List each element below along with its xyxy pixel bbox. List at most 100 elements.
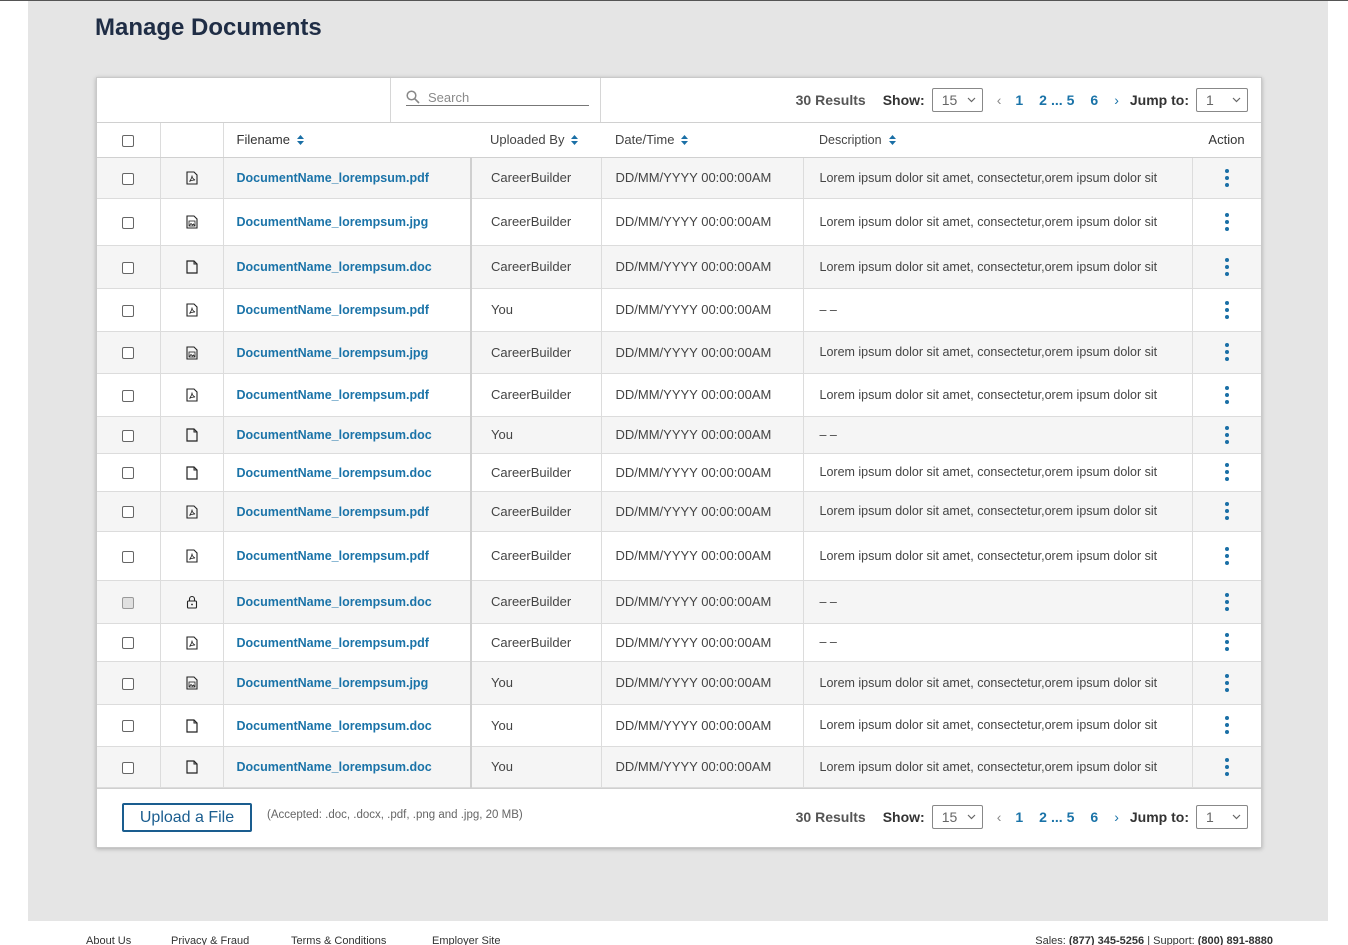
jump-label: Jump to:: [1129, 809, 1189, 825]
filename-link[interactable]: DocumentName_lorempsum.doc: [237, 466, 432, 480]
filename-link[interactable]: DocumentName_lorempsum.jpg: [237, 676, 429, 690]
filename-link[interactable]: DocumentName_lorempsum.doc: [237, 719, 432, 733]
table-row: DocumentName_lorempsum.jpg CareerBuilder D…: [97, 198, 1261, 246]
row-checkbox[interactable]: [122, 172, 135, 185]
file-type-cell: [160, 580, 224, 624]
page-title: Manage Documents: [95, 14, 322, 41]
file-type-cell: [160, 453, 224, 492]
filename-link[interactable]: DocumentName_lorempsum.pdf: [237, 171, 429, 185]
search-input[interactable]: [428, 89, 586, 105]
row-checkbox-cell: [97, 746, 161, 788]
footer-link-about[interactable]: About Us: [86, 935, 131, 945]
action-cell: [1192, 416, 1261, 454]
footer-link-privacy[interactable]: Privacy & Fraud: [171, 935, 249, 945]
table-header-row: Filename Uploaded By Date/Time Descripti…: [97, 123, 1261, 158]
kebab-menu-icon[interactable]: [1224, 673, 1229, 692]
row-checkbox[interactable]: [122, 550, 135, 563]
kebab-menu-icon[interactable]: [1224, 300, 1229, 319]
kebab-menu-icon[interactable]: [1224, 633, 1229, 651]
page-link-1[interactable]: 1: [1015, 92, 1023, 108]
chevron-down-icon: [1232, 97, 1241, 103]
description-header-label: Description: [819, 132, 882, 147]
prev-page-icon[interactable]: ‹: [997, 92, 1002, 108]
description-cell: Lorem ipsum dolor sit amet, consectetur,…: [803, 453, 1193, 492]
datetime-header-label: Date/Time: [615, 132, 675, 148]
action-cell: [1192, 491, 1261, 532]
column-header-uploaded-by[interactable]: Uploaded By: [471, 123, 601, 158]
description-cell: – –: [803, 288, 1193, 332]
filename-link[interactable]: DocumentName_lorempsum.doc: [237, 428, 432, 442]
filename-link[interactable]: DocumentName_lorempsum.pdf: [237, 303, 429, 317]
row-checkbox[interactable]: [122, 347, 135, 360]
upload-file-button[interactable]: Upload a File: [122, 803, 252, 832]
action-cell: [1192, 453, 1261, 492]
filename-cell: DocumentName_lorempsum.pdf: [223, 623, 472, 662]
page-size-select[interactable]: 15: [931, 88, 983, 112]
filename-link[interactable]: DocumentName_lorempsum.doc: [237, 595, 432, 609]
row-checkbox[interactable]: [122, 429, 135, 442]
filename-link[interactable]: DocumentName_lorempsum.pdf: [237, 388, 429, 402]
uploaded-by-cell: CareerBuilder: [471, 157, 602, 199]
page-size-select[interactable]: 15: [931, 805, 983, 829]
jump-to-select[interactable]: 1: [1196, 88, 1248, 112]
kebab-menu-icon[interactable]: [1224, 546, 1229, 565]
page-link-5[interactable]: 5: [1067, 809, 1075, 825]
sales-phone: (877) 345-5256: [1068, 935, 1145, 945]
kebab-menu-icon[interactable]: [1224, 257, 1229, 276]
filename-link[interactable]: DocumentName_lorempsum.jpg: [237, 215, 429, 229]
filename-link[interactable]: DocumentName_lorempsum.pdf: [237, 636, 429, 650]
footer-link-employer[interactable]: Employer Site: [432, 935, 500, 945]
row-checkbox[interactable]: [122, 637, 135, 650]
page-link-1[interactable]: 1: [1015, 809, 1023, 825]
pagination-bottom: 30 Results Show: 15 ‹ 1 2 ... 5 6 › Jump…: [796, 805, 1248, 829]
page-link-2[interactable]: 2: [1039, 809, 1047, 825]
kebab-menu-icon[interactable]: [1224, 757, 1229, 776]
page-link-5[interactable]: 5: [1067, 92, 1075, 108]
page-link-6[interactable]: 6: [1090, 92, 1098, 108]
row-checkbox[interactable]: [122, 677, 135, 690]
chevron-down-icon: [967, 814, 976, 820]
prev-page-icon[interactable]: ‹: [997, 809, 1002, 825]
kebab-menu-icon[interactable]: [1224, 502, 1229, 520]
table-row: DocumentName_lorempsum.doc CareerBuilder D…: [97, 453, 1261, 492]
datetime-cell: DD/MM/YYYY 00:00:00AM: [601, 373, 804, 417]
column-header-action: Action: [1192, 123, 1261, 158]
page-link-6[interactable]: 6: [1090, 809, 1098, 825]
row-checkbox[interactable]: [122, 304, 135, 317]
filename-link[interactable]: DocumentName_lorempsum.doc: [237, 260, 432, 274]
footer-link-terms[interactable]: Terms & Conditions: [291, 935, 386, 945]
column-header-filename[interactable]: Filename: [223, 123, 471, 158]
jump-to-select[interactable]: 1: [1196, 805, 1248, 829]
row-checkbox[interactable]: [122, 467, 135, 480]
row-checkbox[interactable]: [122, 389, 135, 402]
row-checkbox[interactable]: [122, 761, 135, 774]
filename-link[interactable]: DocumentName_lorempsum.pdf: [237, 549, 429, 563]
kebab-menu-icon[interactable]: [1224, 212, 1229, 231]
page-link-2[interactable]: 2: [1039, 92, 1047, 108]
column-header-datetime[interactable]: Date/Time: [601, 123, 803, 158]
row-checkbox-cell: [97, 491, 161, 532]
row-checkbox[interactable]: [122, 216, 135, 229]
column-header-description[interactable]: Description: [803, 123, 1192, 158]
filename-link[interactable]: DocumentName_lorempsum.pdf: [237, 505, 429, 519]
row-checkbox[interactable]: [122, 506, 135, 519]
filename-cell: DocumentName_lorempsum.pdf: [223, 288, 472, 332]
kebab-menu-icon[interactable]: [1224, 168, 1229, 187]
kebab-menu-icon[interactable]: [1224, 716, 1229, 734]
kebab-menu-icon[interactable]: [1224, 463, 1229, 481]
row-checkbox[interactable]: [122, 720, 135, 733]
kebab-menu-icon[interactable]: [1224, 343, 1229, 361]
filename-link[interactable]: DocumentName_lorempsum.doc: [237, 760, 432, 774]
show-label: Show:: [882, 92, 925, 108]
kebab-menu-icon[interactable]: [1224, 592, 1229, 611]
select-all-checkbox[interactable]: [122, 134, 135, 147]
kebab-menu-icon[interactable]: [1224, 385, 1229, 404]
row-checkbox[interactable]: [122, 261, 135, 274]
next-page-icon[interactable]: ›: [1114, 809, 1119, 825]
datetime-cell: DD/MM/YYYY 00:00:00AM: [601, 491, 804, 532]
filename-link[interactable]: DocumentName_lorempsum.jpg: [237, 346, 429, 360]
next-page-icon[interactable]: ›: [1114, 92, 1119, 108]
pdf-file-icon: [185, 634, 198, 650]
kebab-menu-icon[interactable]: [1224, 425, 1229, 444]
filename-cell: DocumentName_lorempsum.doc: [223, 704, 472, 747]
